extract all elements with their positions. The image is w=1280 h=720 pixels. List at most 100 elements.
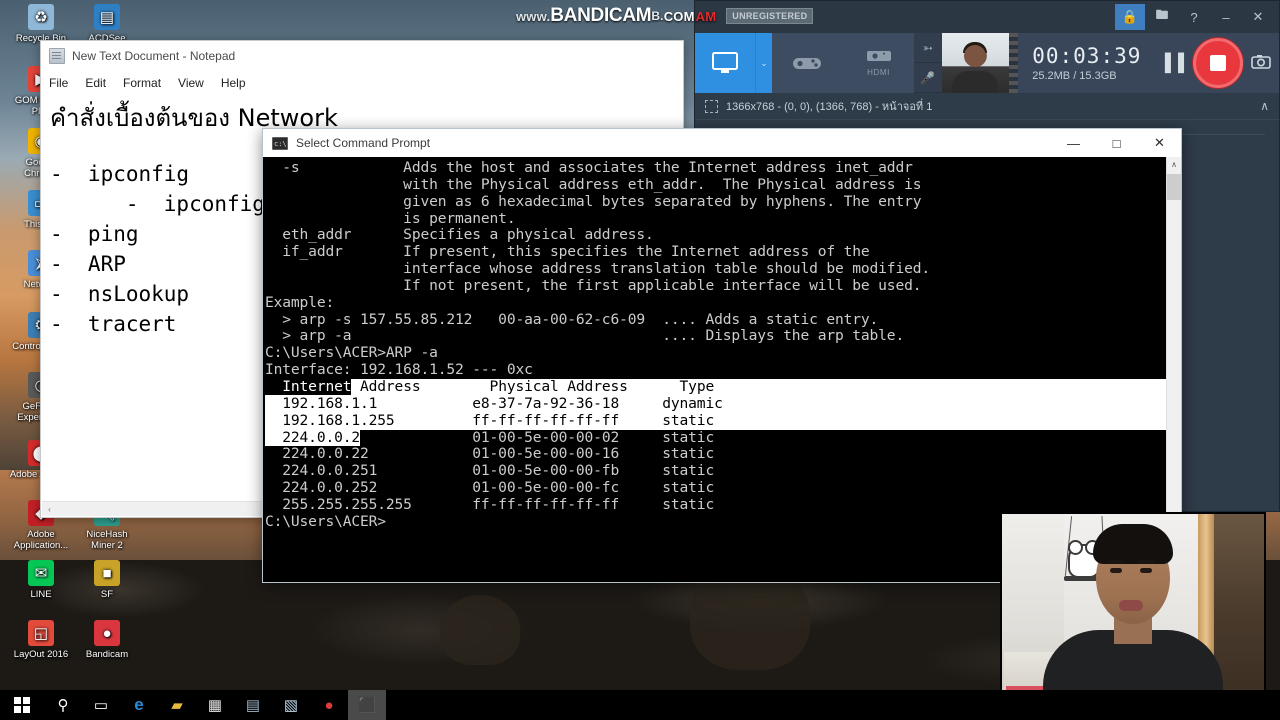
scrollbar-thumb[interactable] [1167,174,1181,200]
cmd-output-line: > arp -a .... Displays the arp table. [265,327,905,345]
webcam-person-mouth [1119,600,1143,611]
lock-icon[interactable]: 🔒 [1115,4,1145,30]
cmd-output-line: If not present, the first applicable int… [265,276,922,294]
microphone-icon[interactable]: 🎤 [914,63,942,93]
desktop-icon-label: LayOut 2016 [13,649,69,660]
cursor-icon[interactable]: ➳ [914,33,942,63]
notepad-titlebar: New Text Document - Notepad [41,41,683,71]
cmd-output-line: Example: [265,293,335,311]
command-prompt-button[interactable]: ⬛ [348,690,386,720]
command-prompt-icon [272,136,288,150]
notepad-menu-view[interactable]: View [178,76,204,90]
notepad-title: New Text Document - Notepad [72,49,236,63]
desktop-icon-acdsee-icon[interactable]: ▤ ACDSee [74,4,140,44]
device-record-mode-button[interactable]: HDMI [842,33,915,93]
line-icon: ✉ [28,560,54,586]
hdmi-device-icon [866,51,891,61]
notepad-menu-format[interactable]: Format [123,76,161,90]
monitor-app-button[interactable]: ▤ [234,690,272,720]
cmd-selection-end: 224.0.0.2 [265,428,360,446]
cmd-output-line: C:\Users\ACER>ARP -a [265,344,438,362]
recording-filesize: 25.2MB / 15.3GB [1032,69,1117,82]
record-circle-icon: ● [324,696,334,714]
bandicam-record-controls: ▐▐ [1141,33,1280,93]
microsoft-store-button[interactable]: ▦ [196,690,234,720]
cmd-table-row-selected: 192.168.1.255 ff-ff-ff-ff-ff-ff static [265,412,1166,430]
notepad-menu-file[interactable]: File [49,76,68,90]
bandicam-button[interactable]: ● [310,690,348,720]
cmd-output-line: 224.0.0.251 01-00-5e-00-00-fb static [265,462,715,480]
scroll-up-icon[interactable]: ∧ [1167,157,1181,172]
folder-icon[interactable]: 🖿 [1147,4,1177,30]
device-mode-label: HDMI [867,68,890,77]
cmd-table-header-text: Address Physical Address Type [351,377,715,395]
stop-record-button[interactable] [1193,38,1244,88]
help-button[interactable]: ? [1179,4,1209,30]
desktop-icon-bandicam-desktop-icon[interactable]: ● Bandicam [74,620,140,660]
cmd-output-line: with the Physical address eth_addr. The … [265,175,922,193]
desktop-icon-sf-icon[interactable]: ■ SF [74,560,140,600]
notepad-menubar: File Edit Format View Help [41,71,683,95]
search-button[interactable]: ⚲ [44,690,82,720]
bandicam-minimize-button[interactable]: – [1211,4,1241,30]
task-view-button[interactable]: ▭ [82,690,120,720]
cmd-maximize-button[interactable]: □ [1095,129,1138,157]
windows-taskbar: ⚲ ▭ e ▰ ▦ ▤ ▧ ● ⬛ [0,690,1280,720]
desktop-icon-recycle-bin-icon[interactable]: ♻ Recycle Bin [8,4,74,44]
recycle-bin-icon: ♻ [28,4,54,30]
cmd-output-line: Interface: 192.168.1.52 --- 0xc [265,361,533,379]
camera-icon[interactable] [1251,54,1271,73]
cmd-window-buttons: — □ ✕ [1052,129,1181,157]
pause-button[interactable]: ▐▐ [1159,53,1185,73]
collapse-icon[interactable]: ∧ [1260,99,1269,113]
start-button[interactable] [0,690,44,720]
edge-icon: e [134,695,144,714]
cmd-output-line: 224.0.0.252 01-00-5e-00-00-fc static [265,479,715,497]
edge-button[interactable]: e [120,690,158,720]
command-prompt-icon: ⬛ [357,697,377,714]
desktop-icon-label: Adobe Application... [13,529,69,551]
desktop-root: ♻Recycle Bin▤ACDSee▶GOM Player Plus◉Goog… [0,0,1280,720]
webcam-person-brow-right [1137,560,1155,564]
cmd-output-line: > arp -s 157.55.85.212 00-aa-00-62-c6-09… [265,310,879,328]
scroll-left-icon[interactable]: ‹ [42,505,57,514]
bandicam-capture-area-status: 1366x768 - (0, 0), (1366, 768) - หน้าจอท… [695,93,1279,119]
screen-record-mode-button[interactable] [695,33,756,93]
store-icon: ▦ [207,697,223,714]
watermark-com: COM [663,8,695,24]
webcam-person-brow-left [1107,560,1125,564]
notepad-icon [49,48,65,64]
game-record-mode-button[interactable] [771,33,843,93]
cmd-table-row-text: 01-00-5e-00-00-02 static [360,428,715,446]
notepad-menu-help[interactable]: Help [221,76,246,90]
bandicam-close-button[interactable]: ✕ [1243,4,1273,30]
bandicam-desktop-icon: ● [94,620,120,646]
watermark-sub: B. [651,9,664,23]
cmd-output-line: if_addr If present, this specifies the I… [265,243,870,261]
screenshot-camera-icon [1251,54,1271,69]
windows-logo-icon [14,697,30,713]
notepad-menu-edit[interactable]: Edit [85,76,106,90]
desktop-icon-layout-2016-icon[interactable]: ◱ LayOut 2016 [8,620,74,660]
cmd-close-button[interactable]: ✕ [1138,129,1181,157]
desktop-icon-line-icon[interactable]: ✉ LINE [8,560,74,600]
notepad-button[interactable]: ▧ [272,690,310,720]
file-explorer-button[interactable]: ▰ [158,690,196,720]
cmd-output-line: given as 6 hexadecimal bytes separated b… [265,192,922,210]
cmd-table-row-selected: 192.168.1.1 e8-37-7a-92-36-18 dynamic [265,395,1166,413]
cmd-output-line: -s Adds the host and associates the Inte… [265,159,913,176]
watermark-brand: BANDICAM [550,5,652,26]
watermark-www: www. [516,8,551,24]
notepad-icon: ▧ [283,697,299,714]
folder-icon: ▰ [171,697,183,714]
cmd-selection-anchor: Internet [265,377,352,395]
watermark-am: AM [695,8,717,24]
recording-timer: 00:03:39 [1032,43,1142,68]
monitor-chart-icon: ▤ [245,697,261,714]
bandicam-device-toggles: ➳ 🎤 [914,33,942,93]
webcam-person-hair [1093,524,1173,564]
task-view-icon: ▭ [93,697,109,714]
cmd-output-line: eth_addr Specifies a physical address. [265,226,654,244]
cmd-minimize-button[interactable]: — [1052,129,1095,157]
chevron-down-icon[interactable]: ⌄ [755,33,772,93]
